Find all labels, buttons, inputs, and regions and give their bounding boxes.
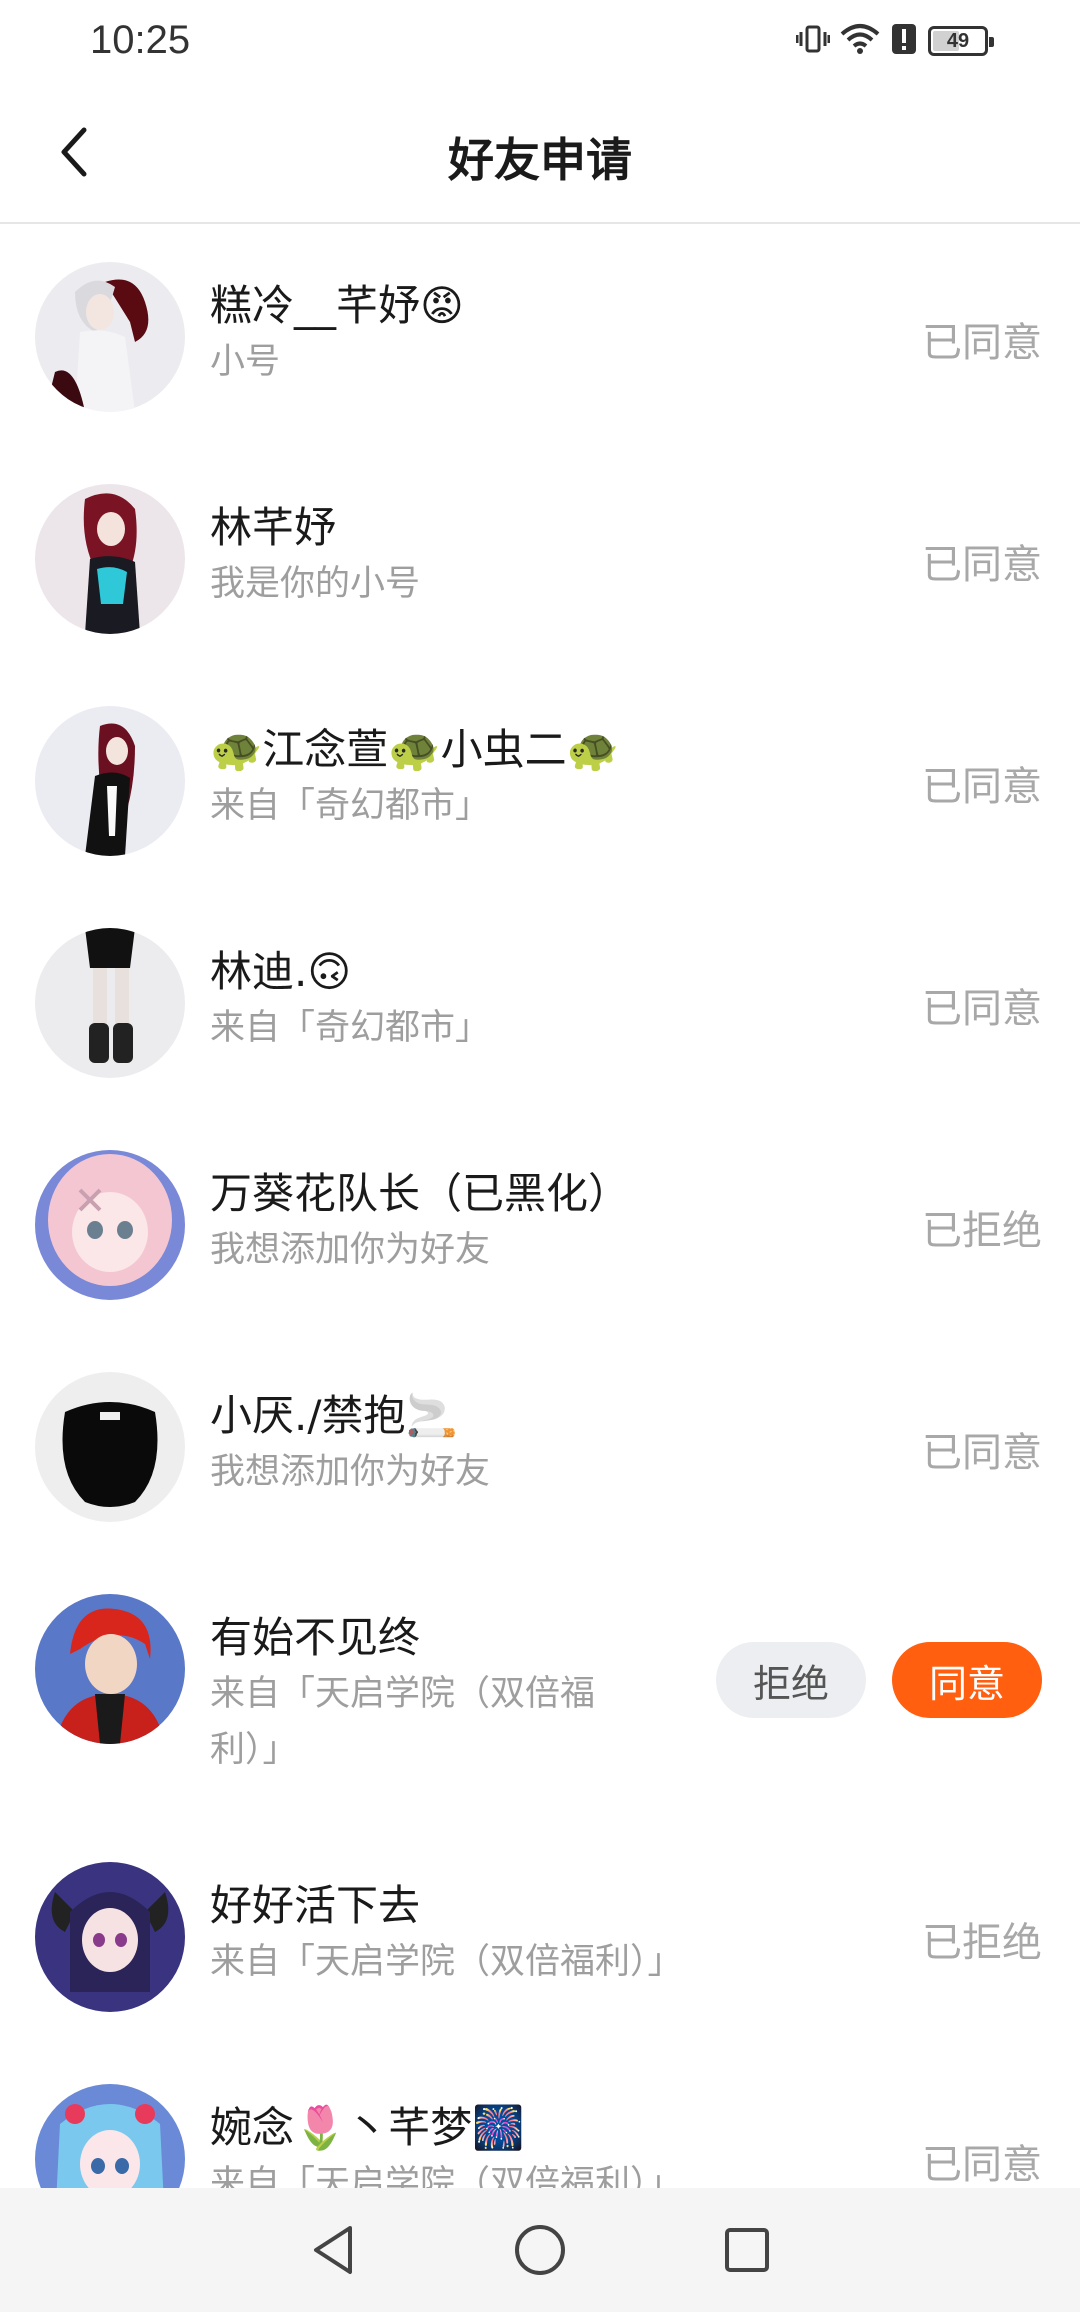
friend-request-item[interactable]: 婉念🌷丶芊梦🎆 来自「天启学院（双倍福利）」 已同意	[0, 2048, 1080, 2188]
friend-request-item[interactable]: 糕冷__芊妤😡 小号 已同意	[0, 226, 1080, 448]
status-label: 已同意	[922, 754, 1042, 812]
status-time: 10:25	[90, 18, 190, 63]
status-label: 已同意	[922, 2132, 1042, 2188]
request-message: 来自「天启学院（双倍福利）」	[210, 2156, 770, 2188]
request-text: 万葵花队长（已黑化） 我想添加你为好友	[210, 1166, 650, 1278]
request-message: 来自「奇幻都市」	[210, 1000, 650, 1056]
friend-request-item[interactable]: 林芊妤 我是你的小号 已同意	[0, 448, 1080, 670]
status-bar: 10:25 49	[0, 0, 1080, 84]
status-label: 已同意	[922, 976, 1042, 1034]
avatar[interactable]	[35, 706, 185, 856]
friend-request-item[interactable]: 好好活下去 来自「天启学院（双倍福利）」 已拒绝	[0, 1826, 1080, 2048]
request-message: 小号	[210, 334, 650, 390]
status-label: 已同意	[922, 1420, 1042, 1478]
alert-icon	[890, 22, 918, 60]
request-message: 来自「奇幻都市」	[210, 778, 650, 834]
request-text: 🐢江念萱🐢小虫二🐢 来自「奇幻都市」	[210, 722, 650, 834]
header: 好友申请	[0, 84, 1080, 224]
request-text: 小厌./禁抱🚬 我想添加你为好友	[210, 1388, 650, 1500]
request-text: 林迪.🙃 来自「奇幻都市」	[210, 944, 650, 1056]
request-name: 糕冷__芊妤😡	[210, 278, 650, 334]
avatar[interactable]	[35, 1150, 185, 1300]
request-name: 好好活下去	[210, 1878, 770, 1934]
recents-square-icon	[722, 2225, 772, 2275]
friend-request-list[interactable]: 糕冷__芊妤😡 小号 已同意 林芊妤 我是你的小号 已同意 🐢江念萱🐢小虫二🐢 …	[0, 226, 1080, 2188]
request-name: 小厌./禁抱🚬	[210, 1388, 650, 1444]
request-text: 有始不见终 来自「天启学院（双倍福利）」	[210, 1610, 660, 1778]
request-text: 婉念🌷丶芊梦🎆 来自「天启学院（双倍福利）」	[210, 2100, 770, 2188]
request-name: 林芊妤	[210, 500, 650, 556]
nav-back-button[interactable]	[298, 2215, 368, 2285]
request-name: 🐢江念萱🐢小虫二🐢	[210, 722, 650, 778]
request-text: 好好活下去 来自「天启学院（双倍福利）」	[210, 1878, 770, 1990]
home-circle-icon	[512, 2222, 568, 2278]
friend-request-item[interactable]: 小厌./禁抱🚬 我想添加你为好友 已同意	[0, 1336, 1080, 1558]
request-name: 万葵花队长（已黑化）	[210, 1166, 650, 1222]
status-label: 已同意	[922, 310, 1042, 368]
request-text: 林芊妤 我是你的小号	[210, 500, 650, 612]
avatar[interactable]	[35, 928, 185, 1078]
request-name: 有始不见终	[210, 1610, 660, 1666]
system-nav-bar	[0, 2188, 1080, 2312]
status-label: 已同意	[922, 532, 1042, 590]
status-label: 已拒绝	[922, 1910, 1042, 1968]
battery-icon: 49	[928, 26, 988, 56]
request-message: 来自「天启学院（双倍福利）」	[210, 1934, 770, 1990]
request-text: 糕冷__芊妤😡 小号	[210, 278, 650, 390]
battery-percent: 49	[947, 30, 969, 53]
nav-home-button[interactable]	[505, 2215, 575, 2285]
request-message: 我想添加你为好友	[210, 1444, 650, 1500]
request-message: 来自「天启学院（双倍福利）」	[210, 1666, 660, 1778]
avatar[interactable]	[35, 1372, 185, 1522]
friend-request-item[interactable]: 万葵花队长（已黑化） 我想添加你为好友 已拒绝	[0, 1114, 1080, 1336]
status-label: 已拒绝	[922, 1198, 1042, 1256]
wifi-icon	[840, 22, 880, 60]
accept-button[interactable]: 同意	[892, 1642, 1042, 1718]
reject-button[interactable]: 拒绝	[716, 1642, 866, 1718]
status-icons: 49	[796, 20, 988, 62]
avatar[interactable]	[35, 262, 185, 412]
request-name: 婉念🌷丶芊梦🎆	[210, 2100, 770, 2156]
avatar[interactable]	[35, 1594, 185, 1744]
avatar[interactable]	[35, 1862, 185, 2012]
request-message: 我想添加你为好友	[210, 1222, 650, 1278]
avatar[interactable]	[35, 2084, 185, 2188]
vibrate-icon	[796, 22, 830, 60]
page-title: 好友申请	[0, 124, 1080, 190]
nav-recents-button[interactable]	[712, 2215, 782, 2285]
friend-request-item[interactable]: 有始不见终 来自「天启学院（双倍福利）」 拒绝 同意	[0, 1558, 1080, 1826]
request-message: 我是你的小号	[210, 556, 650, 612]
friend-request-item[interactable]: 🐢江念萱🐢小虫二🐢 来自「奇幻都市」 已同意	[0, 670, 1080, 892]
back-triangle-icon	[308, 2222, 358, 2278]
friend-request-item[interactable]: 林迪.🙃 来自「奇幻都市」 已同意	[0, 892, 1080, 1114]
request-name: 林迪.🙃	[210, 944, 650, 1000]
avatar[interactable]	[35, 484, 185, 634]
request-actions: 拒绝 同意	[716, 1642, 1042, 1718]
